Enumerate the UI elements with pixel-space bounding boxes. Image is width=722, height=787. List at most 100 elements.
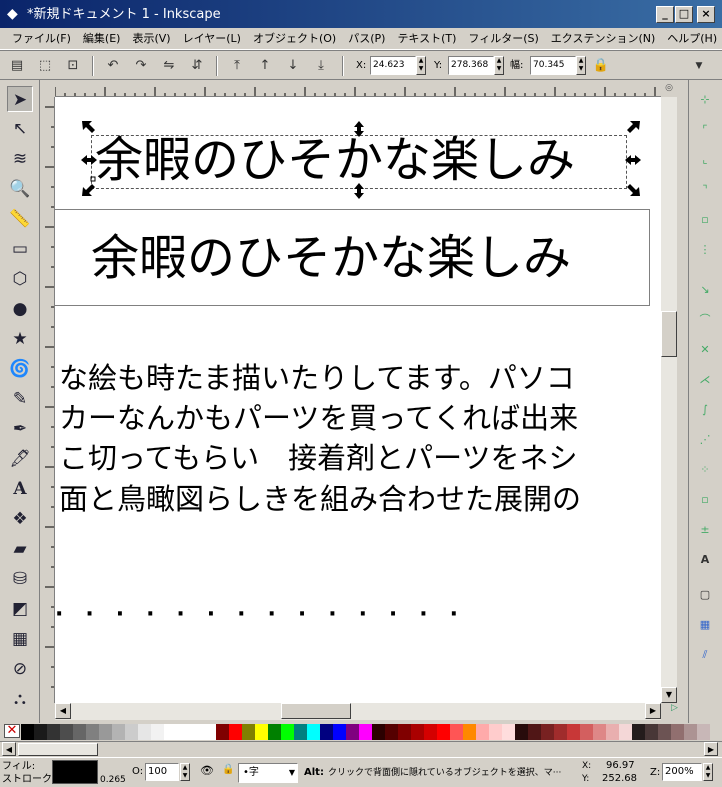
zoom-corner-icon[interactable]: ◎ [661,83,677,97]
minimize-button[interactable]: _ [656,6,674,23]
horizontal-ruler[interactable] [55,83,661,97]
scroll-right-arrow[interactable]: ▶ [645,703,661,719]
palette-scroll-left[interactable]: ◀ [2,742,16,756]
menu-help[interactable]: ヘルプ(H) [661,30,722,48]
3d-box-tool-icon[interactable]: ⬡ [7,266,33,292]
lock-icon[interactable]: 🔒 [590,55,612,77]
no-paint-swatch[interactable]: ✕ [4,724,20,738]
text-tool-icon[interactable]: A [7,476,33,502]
menu-layer[interactable]: レイヤー(L) [177,30,247,48]
lower-icon[interactable]: ↓ [282,55,304,77]
snap-enable-icon[interactable]: ⊹ [696,90,714,110]
palette-scroll-right[interactable]: ▶ [704,742,718,756]
body-text-line-3[interactable]: こ切ってもらい 接着剤とパーツをネシ [59,441,578,475]
deselect-icon[interactable]: ⊡ [62,55,84,77]
fill-stroke-indicator[interactable] [52,760,98,784]
body-text-line-1[interactable]: な絵も時たま描いたりしてます。パソコ [59,361,575,395]
body-text-line-2[interactable]: カーなんかもパーツを買ってくれば出来 [59,401,578,435]
zoom-spin-arrows[interactable]: ▲ ▼ [703,763,713,781]
snap-guide-icon[interactable]: ⫽ [696,645,714,665]
ellipse-tool-icon[interactable]: ● [7,296,33,322]
menu-filters[interactable]: フィルター(S) [462,30,544,48]
raise-icon[interactable]: ↑ [254,55,276,77]
snap-bbox-icon[interactable]: ⌜ [696,120,714,140]
title-bar[interactable]: ◆ *新規ドキュメント 1 - Inkscape _ □ × [0,0,722,28]
menu-extensions[interactable]: エクステンション(N) [545,30,661,48]
flip-horizontal-icon[interactable]: ⇋ [158,55,180,77]
selector-tool-icon[interactable]: ➤ [7,86,33,112]
x-spin-arrows[interactable]: ▲ ▼ [416,56,426,75]
eraser-tool-icon[interactable]: ▰ [7,536,33,562]
snap-cusp-icon[interactable]: ⋌ [696,370,714,390]
layer-visibility-icon[interactable]: 👁 [200,764,214,777]
toolbar-overflow-icon[interactable]: ▼ [688,55,710,77]
menu-file[interactable]: ファイル(F) [6,30,77,48]
menu-edit[interactable]: 編集(E) [77,30,127,48]
raise-to-top-icon[interactable]: ⤒ [226,55,248,77]
cms-toggle-icon[interactable]: ▷ [661,703,688,720]
horizontal-scroll-thumb[interactable] [281,703,351,719]
snap-bbox-midpoint-icon[interactable]: ▫ [696,210,714,230]
snap-line-midpoint-icon[interactable]: ⋰ [696,430,714,450]
flip-vertical-icon[interactable]: ⇵ [186,55,208,77]
y-spin-arrows[interactable]: ▲ ▼ [494,56,504,75]
layer-lock-icon[interactable]: 🔒 [222,764,234,775]
gradient-tool-icon[interactable]: ◩ [7,596,33,622]
menu-object[interactable]: オブジェクト(O) [247,30,342,48]
palette-scroll-thumb[interactable] [18,743,98,756]
snap-bbox-corner-icon[interactable]: ⌝ [696,180,714,200]
menu-text[interactable]: テキスト(T) [391,30,462,48]
rotate-cw-icon[interactable]: ↷ [130,55,152,77]
snap-smooth-icon[interactable]: ∫ [696,400,714,420]
pencil-tool-icon[interactable]: ✎ [7,386,33,412]
menu-path[interactable]: パス(P) [342,30,391,48]
snap-nodes-icon[interactable]: ↘ [696,280,714,300]
menu-view[interactable]: 表示(V) [126,30,176,48]
snap-intersection-icon[interactable]: ✕ [696,340,714,360]
spray-tool-icon[interactable]: ❖ [7,506,33,532]
snap-grid-icon[interactable]: ▦ [696,615,714,635]
y-input[interactable]: 278.368 [448,56,494,75]
maximize-button[interactable]: □ [675,6,693,23]
star-tool-icon[interactable]: ★ [7,326,33,352]
dropper-tool-icon[interactable]: ⊘ [7,656,33,682]
snap-paths-icon[interactable]: ⌒ [696,310,714,330]
spiral-tool-icon[interactable]: 🌀 [7,356,33,382]
rectangle-tool-icon[interactable]: ▭ [7,236,33,262]
framed-heading-text[interactable]: 余暇のひそかな楽しみ [91,230,571,286]
snap-rotation-center-icon[interactable]: ± [696,520,714,540]
select-all-icon[interactable]: ▤ [6,55,28,77]
vertical-scrollbar[interactable]: ▼ [661,97,677,703]
dotted-line-text[interactable]: · · · · · · · · · · · · · · [55,596,661,628]
x-input[interactable]: 24.623 [370,56,416,75]
snap-bbox-center-icon[interactable]: ⋮ [696,240,714,260]
tweak-tool-icon[interactable]: ≋ [7,146,33,172]
node-tool-icon[interactable]: ↖ [7,116,33,142]
selection-handles[interactable] [55,97,661,207]
snap-bbox-edge-icon[interactable]: ⌞ [696,150,714,170]
snap-text-baseline-icon[interactable]: A [696,550,714,570]
snap-page-border-icon[interactable]: ▢ [696,585,714,605]
vertical-ruler[interactable] [40,97,55,703]
width-input[interactable]: 70.345 [530,56,576,75]
palette-swatches[interactable] [21,724,711,740]
palette-scrollbar[interactable]: ◀ ▶ [0,741,722,757]
opacity-input[interactable]: 100 [145,763,179,781]
vertical-scroll-thumb[interactable] [661,311,677,357]
connector-tool-icon[interactable]: ⛬ [7,686,33,712]
zoom-tool-icon[interactable]: 🔍 [7,176,33,202]
scroll-left-arrow[interactable]: ◀ [55,703,71,719]
close-button[interactable]: × [697,6,715,23]
body-text-line-4[interactable]: 面と鳥瞰図らしきを組み合わせた展開の [59,482,581,516]
scroll-down-arrow[interactable]: ▼ [661,687,677,703]
current-layer-dropdown[interactable]: •字 ▼ [238,763,298,783]
pen-tool-icon[interactable]: ✒ [7,416,33,442]
mesh-tool-icon[interactable]: ▦ [7,626,33,652]
snap-object-midpoint-icon[interactable]: ⁘ [696,460,714,480]
inkscape-app-icon[interactable]: ◆ [7,6,25,22]
measure-tool-icon[interactable]: 📏 [7,206,33,232]
zoom-input[interactable]: 200% [662,763,702,781]
calligraphy-tool-icon[interactable]: 🖋 [7,446,33,472]
width-spin-arrows[interactable]: ▲ ▼ [576,56,586,75]
horizontal-scrollbar[interactable]: ◀ ▶ [55,703,661,720]
